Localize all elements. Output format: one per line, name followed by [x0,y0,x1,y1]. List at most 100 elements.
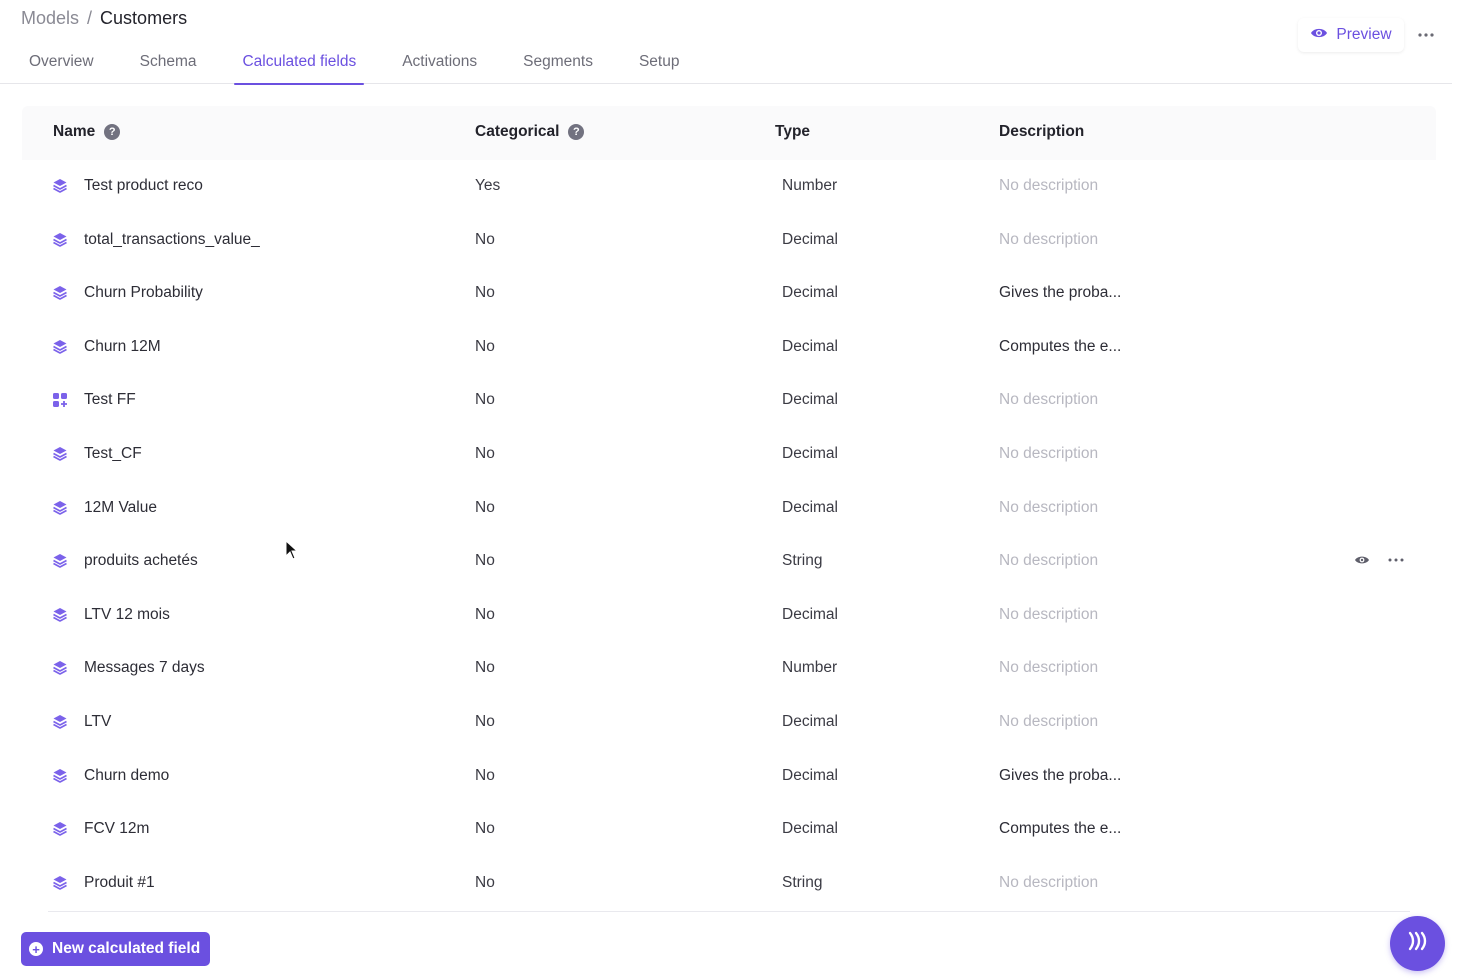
table-row[interactable]: Messages 7 days No Number No description [22,641,1436,695]
tab-bar: Overview Schema Calculated fields Activa… [21,44,717,85]
field-description: No description [999,713,1099,730]
table-row[interactable]: total_transactions_value_ No Decimal No des… [22,213,1436,267]
calculated-fields-table: Name ? Categorical ? Type Description Te… [22,106,1436,914]
table-row[interactable]: 12M Value No Decimal No description [22,481,1436,535]
new-calculated-field-button[interactable]: + New calculated field [21,932,210,966]
field-description: No description [999,659,1099,677]
field-description: Gives the proba... [999,284,1122,302]
field-type: Number [782,177,838,194]
column-header-type-label: Type [775,123,811,140]
field-description: No description [999,873,1099,891]
field-type: Decimal [782,445,838,462]
preview-button[interactable]: Preview [1298,18,1404,52]
field-categorical: No [475,605,495,623]
field-description: No description [999,498,1099,516]
more-options-icon[interactable] [1414,24,1438,46]
field-type: Decimal [782,820,838,838]
layers-icon [52,339,68,355]
assistant-chat-button[interactable] [1390,916,1445,971]
plus-circle-icon: + [29,942,43,956]
field-description: Gives the proba... [999,766,1122,784]
field-name: Messages 7 days [84,659,205,677]
field-type: String [782,873,823,891]
field-description: No description [999,552,1099,570]
layers-icon [52,500,68,516]
table-divider [48,911,1410,912]
field-name: Test_CF [84,445,142,462]
layers-icon [52,875,68,891]
field-type: Decimal [782,391,838,409]
field-name: Churn Probability [84,284,203,302]
table-row[interactable]: Churn 12M No Decimal Computes the e... [22,320,1436,374]
tab-segments[interactable]: Segments [515,44,601,84]
layers-icon [52,607,68,623]
table-row[interactable]: Produit #1 No String No description [22,856,1436,910]
field-categorical: No [475,820,495,838]
new-calculated-field-label: New calculated field [52,940,201,957]
field-type: Number [782,659,838,677]
breadcrumb: Models / Customers [21,8,187,29]
column-header-categorical-label: Categorical [475,123,560,140]
table-row[interactable]: produits achetés No String No description [22,534,1436,588]
table-row[interactable]: Test product reco Yes Number No description [22,159,1436,213]
field-description: No description [999,391,1099,409]
field-name: Test FF [84,391,136,409]
layers-icon [52,446,68,462]
table-row[interactable]: Churn demo No Decimal Gives the proba... [22,749,1436,803]
eye-icon [1310,26,1328,45]
eye-icon[interactable] [1352,550,1372,570]
help-icon[interactable]: ? [568,124,585,140]
field-categorical: No [475,659,495,677]
field-type: Decimal [782,230,838,248]
layers-icon [52,232,68,248]
assistant-waves-icon [1404,929,1432,958]
table-row[interactable]: FCV 12m No Decimal Computes the e... [22,802,1436,856]
field-name: Produit #1 [84,873,155,891]
layers-icon [52,285,68,301]
tab-overview[interactable]: Overview [21,44,102,84]
layers-icon [52,821,68,837]
field-description: No description [999,177,1099,194]
field-categorical: No [475,445,495,462]
column-header-type: Type [775,123,810,141]
column-header-description: Description [999,123,1084,141]
tab-calculated-fields[interactable]: Calculated fields [234,44,364,85]
tab-setup[interactable]: Setup [631,44,688,84]
field-description: Computes the e... [999,337,1122,355]
field-categorical: No [475,498,495,516]
breadcrumb-current: Customers [100,8,188,28]
column-header-categorical: Categorical ? [475,123,585,141]
field-name: LTV [84,713,112,730]
table-row[interactable]: Test_CF No Decimal No description [22,427,1436,481]
field-type: Decimal [782,498,838,516]
column-header-name-label: Name [53,123,96,140]
field-description: No description [999,230,1099,248]
field-categorical: No [475,873,495,891]
field-type: Decimal [782,713,838,730]
ellipsis-icon[interactable] [1386,550,1406,570]
field-type: String [782,552,823,570]
field-categorical: No [475,552,495,570]
field-name: LTV 12 mois [84,605,170,623]
layers-icon [52,553,68,569]
field-name: total_transactions_value_ [84,230,260,248]
field-type: Decimal [782,605,838,623]
field-type: Decimal [782,766,838,784]
preview-label: Preview [1336,26,1392,43]
breadcrumb-parent[interactable]: Models [21,8,79,29]
tab-activations[interactable]: Activations [394,44,485,84]
table-row[interactable]: LTV 12 mois No Decimal No description [22,588,1436,642]
field-description: No description [999,445,1099,462]
help-icon[interactable]: ? [104,124,121,140]
table-row[interactable]: Churn Probability No Decimal Gives the prob… [22,266,1436,320]
column-header-name: Name ? [53,123,121,141]
table-row[interactable]: LTV No Decimal No description [22,695,1436,749]
field-description: Computes the e... [999,820,1122,838]
row-actions [1352,550,1406,570]
field-categorical: No [475,337,495,355]
breadcrumb-separator: / [87,8,93,28]
tab-schema[interactable]: Schema [132,44,205,84]
table-row[interactable]: Test FF No Decimal No description [22,373,1436,427]
field-categorical: No [475,391,495,409]
field-categorical: No [475,230,495,248]
